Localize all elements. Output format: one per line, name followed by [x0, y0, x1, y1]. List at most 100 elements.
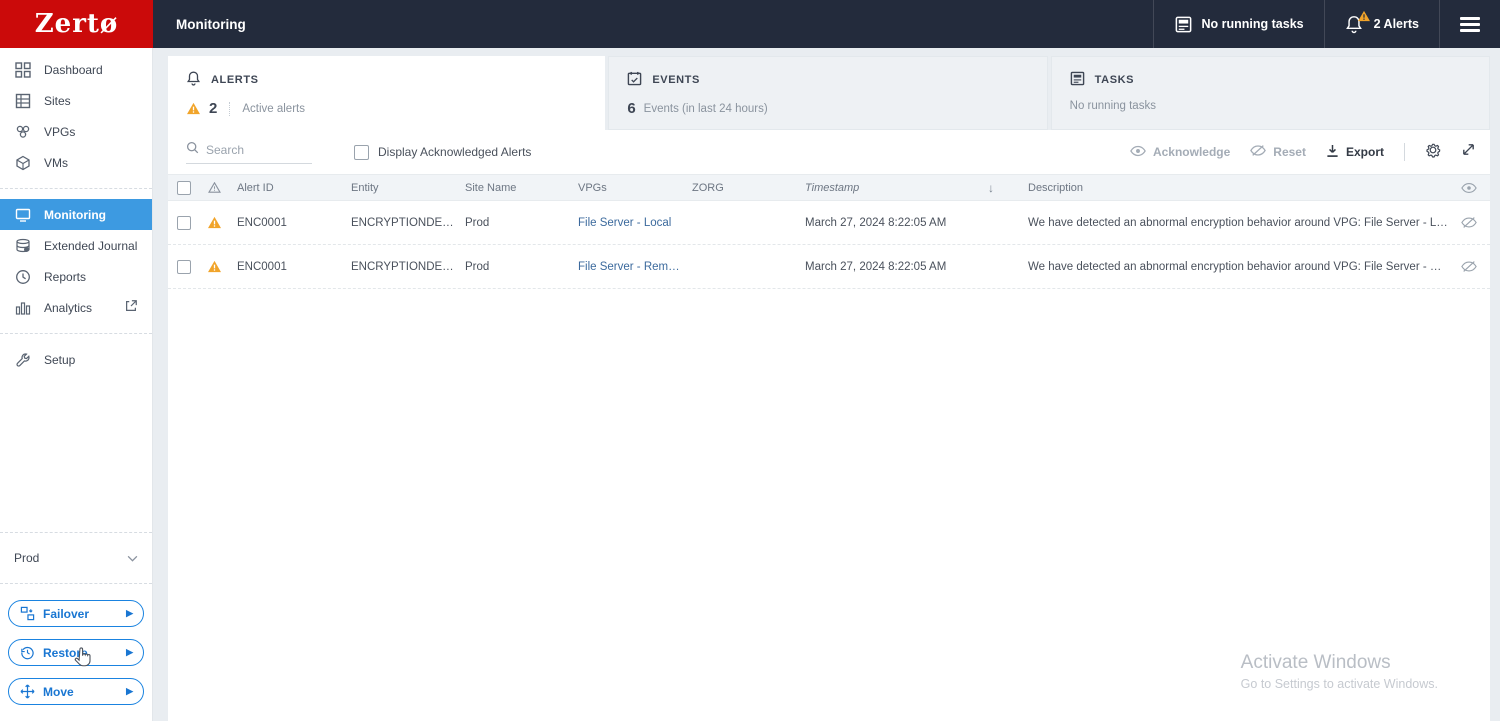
- sidebar-divider: [0, 333, 152, 334]
- events-summary-card[interactable]: EVENTS 6 Events (in last 24 hours): [608, 56, 1048, 130]
- vpg-link[interactable]: File Server - Remote: [570, 261, 684, 273]
- column-header-alert-id[interactable]: Alert ID: [229, 182, 343, 194]
- move-button-label: Move: [43, 684, 74, 699]
- sidebar-action-buttons: Failover ▶ Restore ▶ Move ▶: [0, 588, 152, 721]
- menu-button[interactable]: [1439, 0, 1500, 48]
- sidebar-item-monitoring[interactable]: Monitoring: [0, 199, 152, 230]
- failover-icon: [19, 606, 35, 622]
- restore-icon: [19, 645, 35, 661]
- watermark-title: Activate Windows: [1240, 652, 1391, 673]
- acknowledge-row-button[interactable]: [1448, 216, 1490, 229]
- entity-cell: ENCRYPTIONDETE...: [351, 260, 457, 273]
- checkbox-icon[interactable]: [354, 144, 369, 160]
- sidebar-item-sites[interactable]: Sites: [0, 85, 152, 116]
- sidebar-item-label: Analytics: [44, 300, 93, 315]
- monitoring-icon: [14, 206, 32, 224]
- tasks-card-label: No running tasks: [1069, 100, 1156, 112]
- column-settings-button[interactable]: [1425, 142, 1441, 163]
- external-link-icon: [124, 299, 138, 316]
- alert-id-cell: ENC0001: [237, 260, 287, 273]
- acknowledge-row-button[interactable]: [1448, 260, 1490, 273]
- nav-group-main: Dashboard Sites VPGs VMs: [0, 48, 152, 184]
- warning-icon: [200, 260, 229, 273]
- alerts-bell-icon: [186, 70, 201, 89]
- sort-desc-icon[interactable]: ↓: [988, 181, 994, 195]
- expand-button[interactable]: [1461, 142, 1476, 162]
- severity-column-icon[interactable]: [200, 182, 229, 193]
- column-header-vpgs[interactable]: VPGs: [570, 182, 684, 194]
- move-button[interactable]: Move ▶: [8, 678, 144, 705]
- events-count: 6: [627, 100, 636, 117]
- select-all-checkbox[interactable]: [168, 180, 200, 195]
- warning-icon: [186, 102, 201, 115]
- alert-table-row[interactable]: ENC0001 ENCRYPTIONDETE... Prod File Serv…: [168, 245, 1490, 289]
- sidebar-divider: [0, 532, 152, 533]
- running-tasks-status[interactable]: No running tasks: [1152, 0, 1324, 48]
- site-selector-value: Prod: [14, 551, 40, 565]
- warning-icon: [200, 216, 229, 229]
- row-checkbox[interactable]: [168, 215, 200, 230]
- nav-group-setup: Setup: [0, 338, 152, 381]
- sidebar-item-dashboard[interactable]: Dashboard: [0, 54, 152, 85]
- sites-icon: [14, 92, 32, 110]
- sidebar-item-analytics[interactable]: Analytics: [0, 292, 152, 323]
- tasks-status-label: No running tasks: [1201, 17, 1304, 31]
- column-header-site-name[interactable]: Site Name: [457, 182, 570, 194]
- display-acknowledged-checkbox[interactable]: Display Acknowledged Alerts: [354, 144, 531, 160]
- export-label: Export: [1345, 145, 1384, 159]
- search-input[interactable]: [206, 142, 301, 157]
- tasks-icon: [1174, 15, 1193, 34]
- summary-cards: ALERTS 2 Active alerts EVENTS 6 Events (…: [168, 56, 1490, 130]
- vpg-link[interactable]: File Server - Local: [570, 217, 684, 229]
- column-header-description[interactable]: Description: [1020, 182, 1448, 194]
- sidebar-item-reports[interactable]: Reports: [0, 261, 152, 292]
- restore-button[interactable]: Restore ▶: [8, 639, 144, 666]
- sidebar-item-extended-journal[interactable]: Extended Journal: [0, 230, 152, 261]
- alert-table-row[interactable]: ENC0001 ENCRYPTIONDETE... Prod File Serv…: [168, 201, 1490, 245]
- alerts-count-label: 2 Alerts: [1373, 17, 1419, 31]
- move-icon: [19, 684, 35, 700]
- sidebar-item-label: Setup: [44, 352, 76, 367]
- alerts-summary-card[interactable]: ALERTS 2 Active alerts: [168, 56, 606, 130]
- reports-icon: [14, 268, 32, 286]
- analytics-icon: [14, 299, 32, 317]
- acknowledge-button[interactable]: Acknowledge: [1130, 145, 1230, 160]
- alert-warning-badge: [1357, 10, 1371, 22]
- zerto-logo-text: Zertø: [34, 9, 119, 39]
- eye-icon: [1130, 145, 1146, 160]
- tasks-summary-card[interactable]: TASKS No running tasks: [1050, 56, 1490, 130]
- dotted-divider: [229, 101, 231, 116]
- zerto-logo[interactable]: Zertø: [0, 0, 153, 48]
- column-header-entity[interactable]: Entity: [343, 182, 457, 194]
- search-box: [186, 141, 312, 164]
- visibility-column-icon[interactable]: [1448, 182, 1490, 194]
- toolbar-separator: [1404, 143, 1405, 161]
- sidebar-item-label: Dashboard: [44, 62, 103, 77]
- sidebar-divider: [0, 583, 152, 584]
- main-content: ALERTS 2 Active alerts EVENTS 6 Events (…: [153, 48, 1500, 721]
- sidebar-item-label: Reports: [44, 269, 87, 284]
- sidebar-item-vpgs[interactable]: VPGs: [0, 116, 152, 147]
- reset-button[interactable]: Reset: [1250, 144, 1306, 160]
- top-bar: Zertø Monitoring No running tasks 2 Aler…: [0, 0, 1500, 48]
- column-header-timestamp[interactable]: Timestamp ↓: [797, 181, 1020, 195]
- gear-icon: [1425, 142, 1441, 163]
- sidebar-item-vms[interactable]: VMs: [0, 147, 152, 178]
- row-checkbox[interactable]: [168, 259, 200, 274]
- eye-off-icon: [1250, 144, 1267, 160]
- sidebar-item-label: Monitoring: [44, 207, 106, 222]
- bell-icon: [1345, 10, 1370, 34]
- alerts-badge[interactable]: 2 Alerts: [1323, 0, 1439, 48]
- failover-button[interactable]: Failover ▶: [8, 600, 144, 627]
- column-header-zorg[interactable]: ZORG: [684, 182, 797, 194]
- expand-icon: [1461, 142, 1476, 162]
- site-selector-dropdown[interactable]: Prod: [0, 537, 152, 579]
- export-button[interactable]: Export: [1326, 144, 1384, 161]
- sidebar-item-label: Extended Journal: [44, 238, 138, 253]
- sidebar-item-setup[interactable]: Setup: [0, 344, 152, 375]
- alerts-toolbar: Display Acknowledged Alerts Acknowledge …: [168, 130, 1490, 174]
- reset-label: Reset: [1273, 145, 1306, 159]
- dashboard-icon: [14, 61, 32, 79]
- vpgs-icon: [14, 123, 32, 141]
- setup-icon: [14, 351, 32, 369]
